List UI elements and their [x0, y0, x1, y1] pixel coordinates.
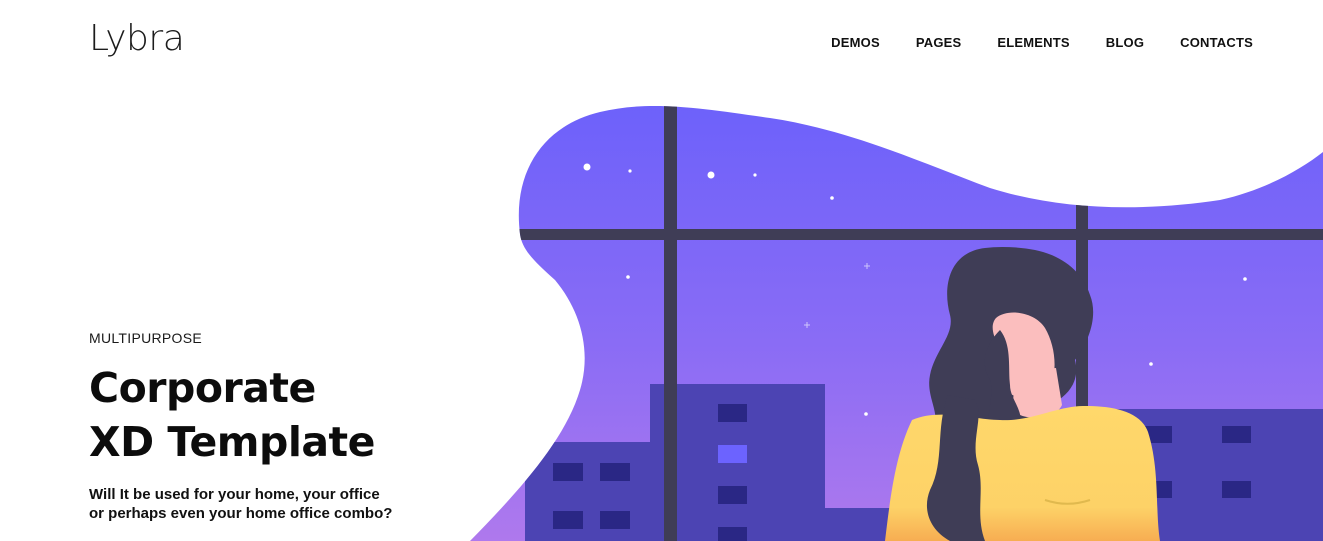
night-window-scene — [470, 105, 1323, 541]
hero-text: MULTIPURPOSE Corporate XD Template Will … — [89, 330, 469, 523]
hero-title-line2: XD Template — [89, 418, 375, 466]
hero-title-line1: Corporate — [89, 364, 316, 412]
hero-eyebrow: MULTIPURPOSE — [89, 330, 203, 346]
nav-item-contacts[interactable]: CONTACTS — [1180, 35, 1253, 50]
hero-title: Corporate XD Template — [89, 361, 469, 469]
hero-subtitle-line2: or perhaps even your home office combo? — [89, 505, 393, 522]
nav-item-elements[interactable]: ELEMENTS — [997, 35, 1069, 50]
hero-subtitle: Will It be used for your home, your offi… — [89, 485, 469, 523]
hero-subtitle-line1: Will It be used for your home, your offi… — [89, 486, 380, 503]
main-navigation: DEMOS PAGES ELEMENTS BLOG CONTACTS — [831, 35, 1253, 50]
brand-logo[interactable]: Lybra — [89, 18, 185, 59]
nav-item-pages[interactable]: PAGES — [916, 35, 962, 50]
nav-item-blog[interactable]: BLOG — [1106, 35, 1144, 50]
nav-item-demos[interactable]: DEMOS — [831, 35, 880, 50]
